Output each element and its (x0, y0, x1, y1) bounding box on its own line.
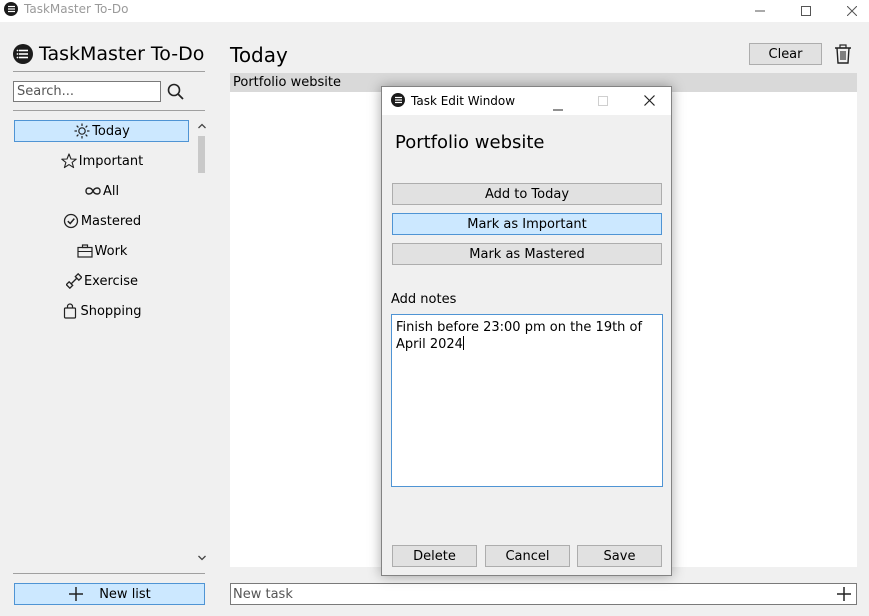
minimize-button[interactable] (737, 0, 783, 22)
sidebar-item-mastered[interactable]: Mastered (14, 210, 189, 232)
dumbbell-icon (65, 272, 83, 290)
task-edit-dialog: Task Edit Window Portfolio website Add t… (381, 86, 672, 576)
check-circle-icon (62, 212, 80, 230)
sidebar-item-label: Important (78, 153, 144, 169)
search-icon (167, 83, 184, 100)
clear-button[interactable]: Clear (749, 43, 822, 65)
sidebar-app-name: TaskMaster To-Do (39, 43, 205, 65)
mark-mastered-button[interactable]: Mark as Mastered (392, 243, 662, 265)
dialog-minimize-button[interactable] (553, 100, 563, 111)
notes-text: Finish before 23:00 pm on the 19th of Ap… (396, 320, 643, 352)
sidebar-item-exercise[interactable]: Exercise (14, 270, 189, 292)
close-button[interactable] (829, 0, 869, 22)
new-list-button[interactable]: New list (14, 583, 205, 605)
task-name: Portfolio website (233, 75, 341, 90)
mark-important-button[interactable]: Mark as Important (392, 213, 662, 235)
sidebar-item-all[interactable]: All (14, 180, 189, 202)
new-task-field[interactable] (230, 583, 857, 605)
text-caret (462, 336, 464, 350)
dialog-maximize-button[interactable] (598, 95, 608, 106)
dialog-close-button[interactable] (644, 95, 655, 106)
add-task-icon (837, 587, 851, 601)
dialog-title: Task Edit Window (411, 94, 516, 108)
add-to-today-button[interactable]: Add to Today (392, 183, 662, 205)
maximize-button[interactable] (783, 0, 829, 22)
page-title: Today (230, 43, 288, 67)
sidebar-item-label: Exercise (83, 273, 139, 289)
plus-icon (69, 587, 84, 601)
trash-icon (835, 44, 851, 64)
window-title: TaskMaster To-Do (24, 2, 129, 16)
sidebar-item-label: Shopping (80, 303, 142, 319)
dialog-logo-icon (391, 93, 405, 107)
sidebar-item-today[interactable]: Today (14, 120, 189, 142)
sidebar-item-important[interactable]: Important (14, 150, 189, 172)
minimize-icon (755, 10, 765, 12)
sidebar-scrollbar[interactable] (196, 120, 207, 570)
dialog-task-name: Portfolio website (395, 132, 545, 153)
shopping-bag-icon (61, 302, 79, 320)
sidebar-item-work[interactable]: Work (14, 240, 189, 262)
app-logo-icon (4, 2, 18, 16)
save-button[interactable]: Save (577, 545, 662, 567)
sidebar-item-shopping[interactable]: Shopping (14, 300, 189, 322)
scroll-up-icon (198, 123, 206, 129)
sidebar-logo-icon (13, 44, 33, 64)
close-icon (644, 95, 655, 106)
notes-label: Add notes (391, 292, 457, 307)
star-icon (60, 152, 78, 170)
window-titlebar: TaskMaster To-Do (0, 0, 869, 22)
cancel-button[interactable]: Cancel (485, 545, 570, 567)
minimize-icon (553, 109, 563, 111)
sidebar-scroll-thumb[interactable] (198, 136, 205, 173)
dialog-titlebar: Task Edit Window (382, 87, 671, 115)
briefcase-icon (76, 242, 94, 260)
search-input[interactable] (13, 81, 161, 102)
sidebar-divider (13, 110, 205, 111)
sun-icon (73, 122, 91, 140)
notes-textarea[interactable]: Finish before 23:00 pm on the 19th of Ap… (391, 314, 663, 487)
infinity-icon (84, 182, 102, 200)
sidebar-item-label: Work (94, 243, 128, 259)
maximize-icon (598, 96, 608, 106)
maximize-icon (801, 6, 811, 16)
sidebar-item-label: Mastered (80, 213, 142, 229)
scroll-down-icon (198, 555, 206, 561)
sidebar-item-label: All (102, 183, 120, 199)
search-button[interactable] (166, 82, 186, 102)
sidebar-divider (13, 71, 205, 72)
sidebar-item-label: Today (92, 123, 130, 139)
trash-button[interactable] (834, 44, 852, 64)
new-list-label: New list (99, 586, 151, 602)
delete-button[interactable]: Delete (392, 545, 477, 567)
new-task-input[interactable] (233, 586, 823, 602)
sidebar-divider (13, 573, 205, 574)
close-icon (847, 6, 857, 16)
